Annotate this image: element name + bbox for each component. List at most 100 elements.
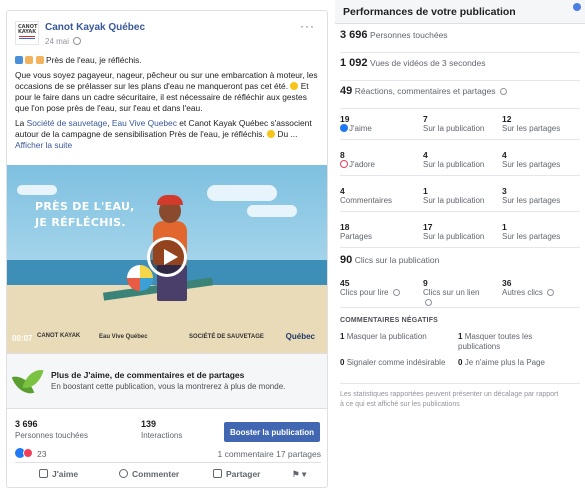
panel-reach-label: Personnes touchées xyxy=(370,30,448,40)
panel-clicks-label: Clics sur la publication xyxy=(354,255,440,265)
comments-shares-count[interactable]: 1 commentaire 17 partages xyxy=(218,449,321,459)
loves-post-label: Sur la publication xyxy=(423,160,485,169)
chevron-down-icon: ▾ xyxy=(302,469,307,479)
panel-views-number: 1 092 xyxy=(340,57,368,69)
info-icon[interactable] xyxy=(500,88,508,95)
share-button[interactable]: Partager xyxy=(213,469,261,479)
page-logo[interactable]: CANOT KAYAK xyxy=(15,21,39,45)
likes-shares-number: 12 xyxy=(502,114,512,124)
swimmer-emoji-icon xyxy=(25,56,34,64)
post-paragraph-1: Près de l'eau, je réfléchis. xyxy=(45,55,142,65)
loves-shares-label: Sur les partages xyxy=(502,160,561,169)
comment-button[interactable]: Commenter xyxy=(119,469,179,479)
report-spam-label: Signaler comme indésirable xyxy=(346,358,446,367)
cloud-shape xyxy=(17,185,57,195)
smile-emoji-icon xyxy=(290,82,299,90)
post-text: Près de l'eau, je réfléchis. Que vous so… xyxy=(15,55,321,155)
post-card: CANOT KAYAK Canot Kayak Québec 24 mai ··… xyxy=(6,10,328,488)
reach-number: 3 696 xyxy=(15,419,38,429)
love-icon xyxy=(340,160,348,168)
post-actions: J'aime Commenter Partager ⚑ ▾ xyxy=(7,463,327,488)
promo-subtitle: En boostant cette publication, vous la m… xyxy=(51,382,286,391)
panel-reactions-number: 49 xyxy=(340,85,353,97)
shares-shares-number: 1 xyxy=(502,222,507,232)
reaction-count[interactable]: 23 xyxy=(37,449,46,459)
shares-post-label: Sur la publication xyxy=(423,232,485,241)
person-cap xyxy=(157,195,183,205)
people-icon: ⚑ xyxy=(292,469,300,479)
audience-selector[interactable]: ⚑ ▾ xyxy=(292,469,306,480)
shares-shares-label: Sur les partages xyxy=(502,232,561,241)
info-icon[interactable] xyxy=(392,289,400,296)
loves-shares-number: 4 xyxy=(502,150,507,160)
like-button[interactable]: J'aime xyxy=(39,469,78,479)
video-logo-sauvetage: SOCIÉTÉ DE SAUVETAGE xyxy=(189,334,264,340)
reach-label: Personnes touchées xyxy=(15,431,88,440)
panel-reactions-row: 49 Réactions, commentaires et partages xyxy=(340,85,580,109)
shares-label: Partages xyxy=(340,232,373,241)
clicks-breakdown: 45 Clics pour lire 9 Clics sur un lien 36 A… xyxy=(340,274,580,308)
video-logo-eau-vive: Eau Vive Québec xyxy=(99,334,148,340)
more-options-icon[interactable]: ··· xyxy=(300,19,315,33)
post-paragraph-2: Que vous soyez pagayeur, nageur, pêcheur… xyxy=(15,70,318,91)
clicks-read-number: 45 xyxy=(340,278,350,288)
post-p3-pre: La xyxy=(15,118,25,128)
comments-post-label: Sur la publication xyxy=(423,196,485,205)
wave-emoji-icon xyxy=(15,56,23,64)
panel-views-row: 1 092 Vues de vidéos de 3 secondes xyxy=(340,57,580,81)
video-title-line-1: PRÈS DE L'EAU, xyxy=(35,200,135,213)
interactions-label: Interactions xyxy=(141,431,183,440)
panel-reach-row: 3 696 Personnes touchées xyxy=(340,29,580,53)
post-date[interactable]: 24 mai xyxy=(45,37,82,46)
negative-feedback: 1 Masquer la publication 1 Masquer toute… xyxy=(340,328,580,384)
logo-wave-icon xyxy=(19,36,35,39)
cloud-shape xyxy=(207,185,277,201)
loves-number: 8 xyxy=(340,150,345,160)
video-logos: CANOT KAYAK Eau Vive Québec SOCIÉTÉ DE S… xyxy=(37,331,319,345)
likes-post-label: Sur la publication xyxy=(423,124,485,133)
clicks-link-number: 9 xyxy=(423,278,428,288)
link-eau-vive[interactable]: Eau Vive Quebec xyxy=(112,118,177,128)
boost-post-button[interactable]: Booster la publication xyxy=(224,422,320,442)
close-icon[interactable] xyxy=(573,3,581,11)
likes-number: 19 xyxy=(340,114,350,124)
video-logo-quebec: Québec xyxy=(285,332,315,341)
breakdown-row: 18 Partages 17 Sur la publication 1 Sur les… xyxy=(340,218,580,248)
unlike-page-label: Je n'aime plus la Page xyxy=(464,358,545,367)
breakdown-row: 8 J'adore 4 Sur la publication 4 Sur les pa… xyxy=(340,146,580,176)
shares-post-number: 17 xyxy=(423,222,433,232)
see-more-link[interactable]: Afficher la suite xyxy=(15,140,72,150)
loves-label: J'adore xyxy=(349,160,375,169)
info-icon[interactable] xyxy=(425,299,432,306)
clicks-other-label: Autres clics xyxy=(502,288,543,297)
post-p3-ellipsis: Du ... xyxy=(277,129,298,139)
info-icon[interactable] xyxy=(547,289,555,296)
report-spam-number: 0 xyxy=(340,358,345,367)
play-button[interactable] xyxy=(147,237,187,277)
globe-icon xyxy=(73,37,82,45)
beach-ball xyxy=(127,265,153,291)
breakdown-row: 19 J'aime 7 Sur la publication 12 Sur les p… xyxy=(340,110,580,140)
likes-label: J'aime xyxy=(349,124,372,133)
link-societe-sauvetage[interactable]: Société de sauvetage xyxy=(27,118,108,128)
page-logo-text: CANOT KAYAK xyxy=(18,24,38,35)
hide-post-number: 1 xyxy=(340,332,345,341)
post-date-text: 24 mai xyxy=(45,37,70,46)
video-logo-canot-kayak: CANOT KAYAK xyxy=(37,333,81,339)
panel-clicks-row: 90 Clics sur la publication xyxy=(340,254,580,274)
breakdown-row: 4 Commentaires 1 Sur la publication 3 Sur l… xyxy=(340,182,580,212)
promo-title: Plus de J'aime, de commentaires et de pa… xyxy=(51,370,245,380)
page-name-link[interactable]: Canot Kayak Québec xyxy=(45,22,145,33)
interactions-number: 139 xyxy=(141,419,157,429)
reactions-summary[interactable]: 23 1 commentaire 17 partages xyxy=(15,445,321,463)
hands-emoji-icon xyxy=(35,56,44,64)
post-stats: 3 696 Personnes touchées 139 Interaction… xyxy=(7,409,327,445)
likes-shares-label: Sur les partages xyxy=(502,124,561,133)
hide-all-label: Masquer toutes les publications xyxy=(458,332,533,351)
negative-feedback-title: COMMENTAIRES NÉGATIFS xyxy=(340,317,439,324)
clicks-link-label: Clics sur un lien xyxy=(423,288,480,297)
video-player[interactable]: PRÈS DE L'EAU, JE RÉFLÉCHIS. 00:07 CANOT… xyxy=(7,165,327,353)
boost-promo: Plus de J'aime, de commentaires et de pa… xyxy=(7,353,327,409)
panel-reach-number: 3 696 xyxy=(340,29,368,41)
video-title: PRÈS DE L'EAU, JE RÉFLÉCHIS. xyxy=(35,199,135,231)
